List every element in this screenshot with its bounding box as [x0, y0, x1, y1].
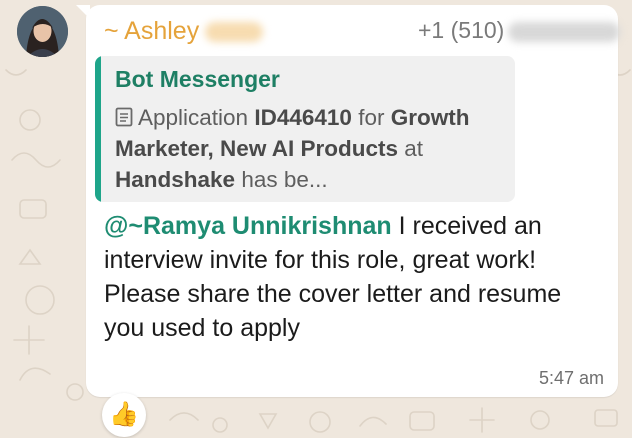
- quoted-application-id: ID446410: [254, 105, 352, 130]
- quoted-company: Handshake: [115, 167, 236, 192]
- sender-phone: +1 (510): [418, 17, 621, 44]
- sender-name-text: ~ Ashley: [104, 17, 200, 45]
- quoted-message[interactable]: Bot Messenger Application ID446410 for G…: [95, 56, 515, 202]
- quoted-text-at: at: [404, 136, 424, 161]
- quote-accent-bar: [95, 56, 101, 202]
- document-icon: [115, 107, 133, 127]
- quoted-text-tail: has be...: [241, 167, 328, 192]
- sender-name[interactable]: ~ Ashley: [104, 17, 264, 46]
- message-timestamp: 5:47 am: [538, 368, 604, 388]
- quoted-text: Application ID446410 for Growth Marketer…: [115, 102, 507, 195]
- avatar-photo: [17, 6, 68, 57]
- quoted-author: Bot Messenger: [115, 66, 280, 92]
- sender-phone-text: +1 (510): [418, 17, 505, 43]
- thumbs-up-reaction[interactable]: 👍: [102, 393, 146, 437]
- message-header: ~ Ashley +1 (510): [104, 17, 621, 49]
- sender-avatar[interactable]: [17, 6, 68, 57]
- message-body: @~Ramya Unnikrishnan I received an inter…: [104, 209, 604, 345]
- quoted-text-lead: Application: [138, 105, 249, 130]
- quoted-text-for: for: [358, 105, 385, 130]
- mention-link[interactable]: @~Ramya Unnikrishnan: [104, 212, 392, 240]
- redacted-phone-blur: [508, 21, 621, 42]
- message-line-2: Please share the cover letter and resume…: [104, 280, 562, 342]
- message-bubble[interactable]: ~ Ashley +1 (510) Bot Messenger Applicat…: [86, 5, 621, 397]
- redacted-name-blur: [205, 22, 264, 43]
- thumbs-up-icon: 👍: [109, 401, 139, 428]
